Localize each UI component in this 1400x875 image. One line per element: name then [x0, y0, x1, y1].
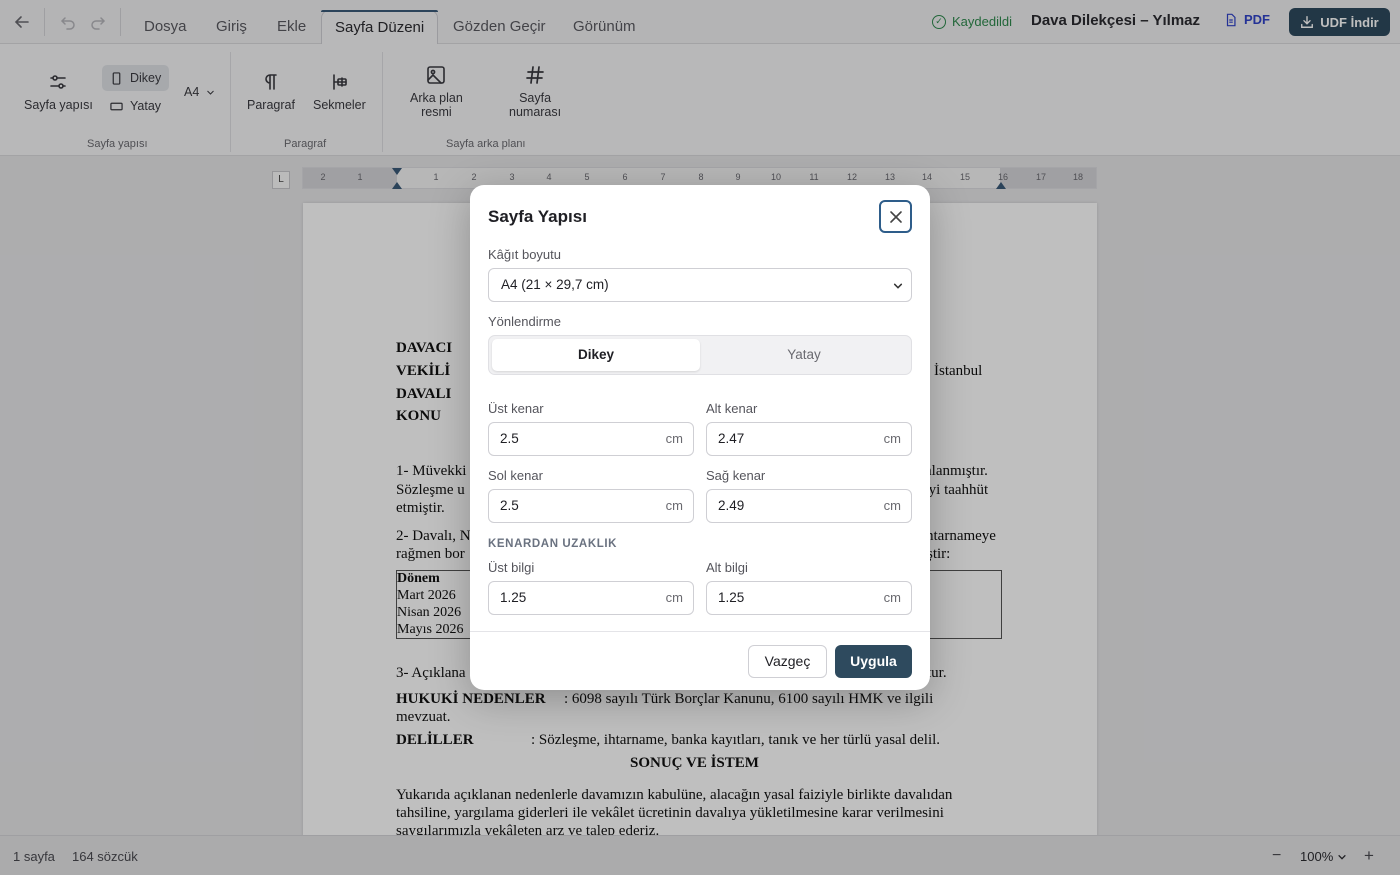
- bottom-margin-label: Alt kenar: [706, 401, 758, 416]
- section-heading: KENARDAN UZAKLIK: [488, 538, 618, 550]
- header-distance-value: 1.25: [500, 590, 527, 605]
- top-margin-label: Üst kenar: [488, 401, 544, 416]
- right-margin-label: Sağ kenar: [706, 468, 766, 483]
- bottom-margin-value: 2.47: [718, 431, 745, 446]
- unit-label: cm: [883, 498, 901, 513]
- footer-distance-input[interactable]: 1.25 cm: [706, 581, 912, 615]
- chevron-down-icon: [893, 283, 903, 289]
- left-margin-label: Sol kenar: [488, 468, 543, 483]
- header-distance-label: Üst bilgi: [488, 560, 535, 575]
- paper-size-select-value: A4 (21 × 29,7 cm): [501, 277, 609, 292]
- bottom-margin-input[interactable]: 2.47 cm: [706, 422, 912, 456]
- page-setup-dialog: Sayfa Yapısı Kâğıt boyutu A4 (21 × 29,7 …: [470, 185, 930, 690]
- top-margin-value: 2.5: [500, 431, 519, 446]
- footer-distance-label: Alt bilgi: [706, 560, 748, 575]
- unit-label: cm: [665, 431, 683, 446]
- paper-size-field-label: Kâğıt boyutu: [488, 247, 561, 262]
- dialog-footer-divider: [470, 631, 930, 632]
- footer-distance-value: 1.25: [718, 590, 745, 605]
- right-margin-value: 2.49: [718, 498, 745, 513]
- close-icon: [889, 210, 902, 223]
- top-margin-input[interactable]: 2.5 cm: [488, 422, 694, 456]
- paper-size-select[interactable]: A4 (21 × 29,7 cm): [488, 268, 912, 302]
- dialog-title: Sayfa Yapısı: [488, 207, 587, 226]
- left-margin-input[interactable]: 2.5 cm: [488, 489, 694, 523]
- header-distance-input[interactable]: 1.25 cm: [488, 581, 694, 615]
- cancel-button[interactable]: Vazgeç: [748, 645, 827, 678]
- orientation-option-landscape[interactable]: Yatay: [700, 339, 908, 371]
- unit-label: cm: [665, 498, 683, 513]
- close-button[interactable]: [879, 200, 912, 233]
- orientation-option-portrait[interactable]: Dikey: [492, 339, 700, 371]
- unit-label: cm: [883, 431, 901, 446]
- apply-button[interactable]: Uygula: [835, 645, 912, 678]
- unit-label: cm: [665, 590, 683, 605]
- right-margin-input[interactable]: 2.49 cm: [706, 489, 912, 523]
- unit-label: cm: [883, 590, 901, 605]
- orientation-segmented-control: Dikey Yatay: [488, 335, 912, 375]
- left-margin-value: 2.5: [500, 498, 519, 513]
- orientation-field-label: Yönlendirme: [488, 314, 561, 329]
